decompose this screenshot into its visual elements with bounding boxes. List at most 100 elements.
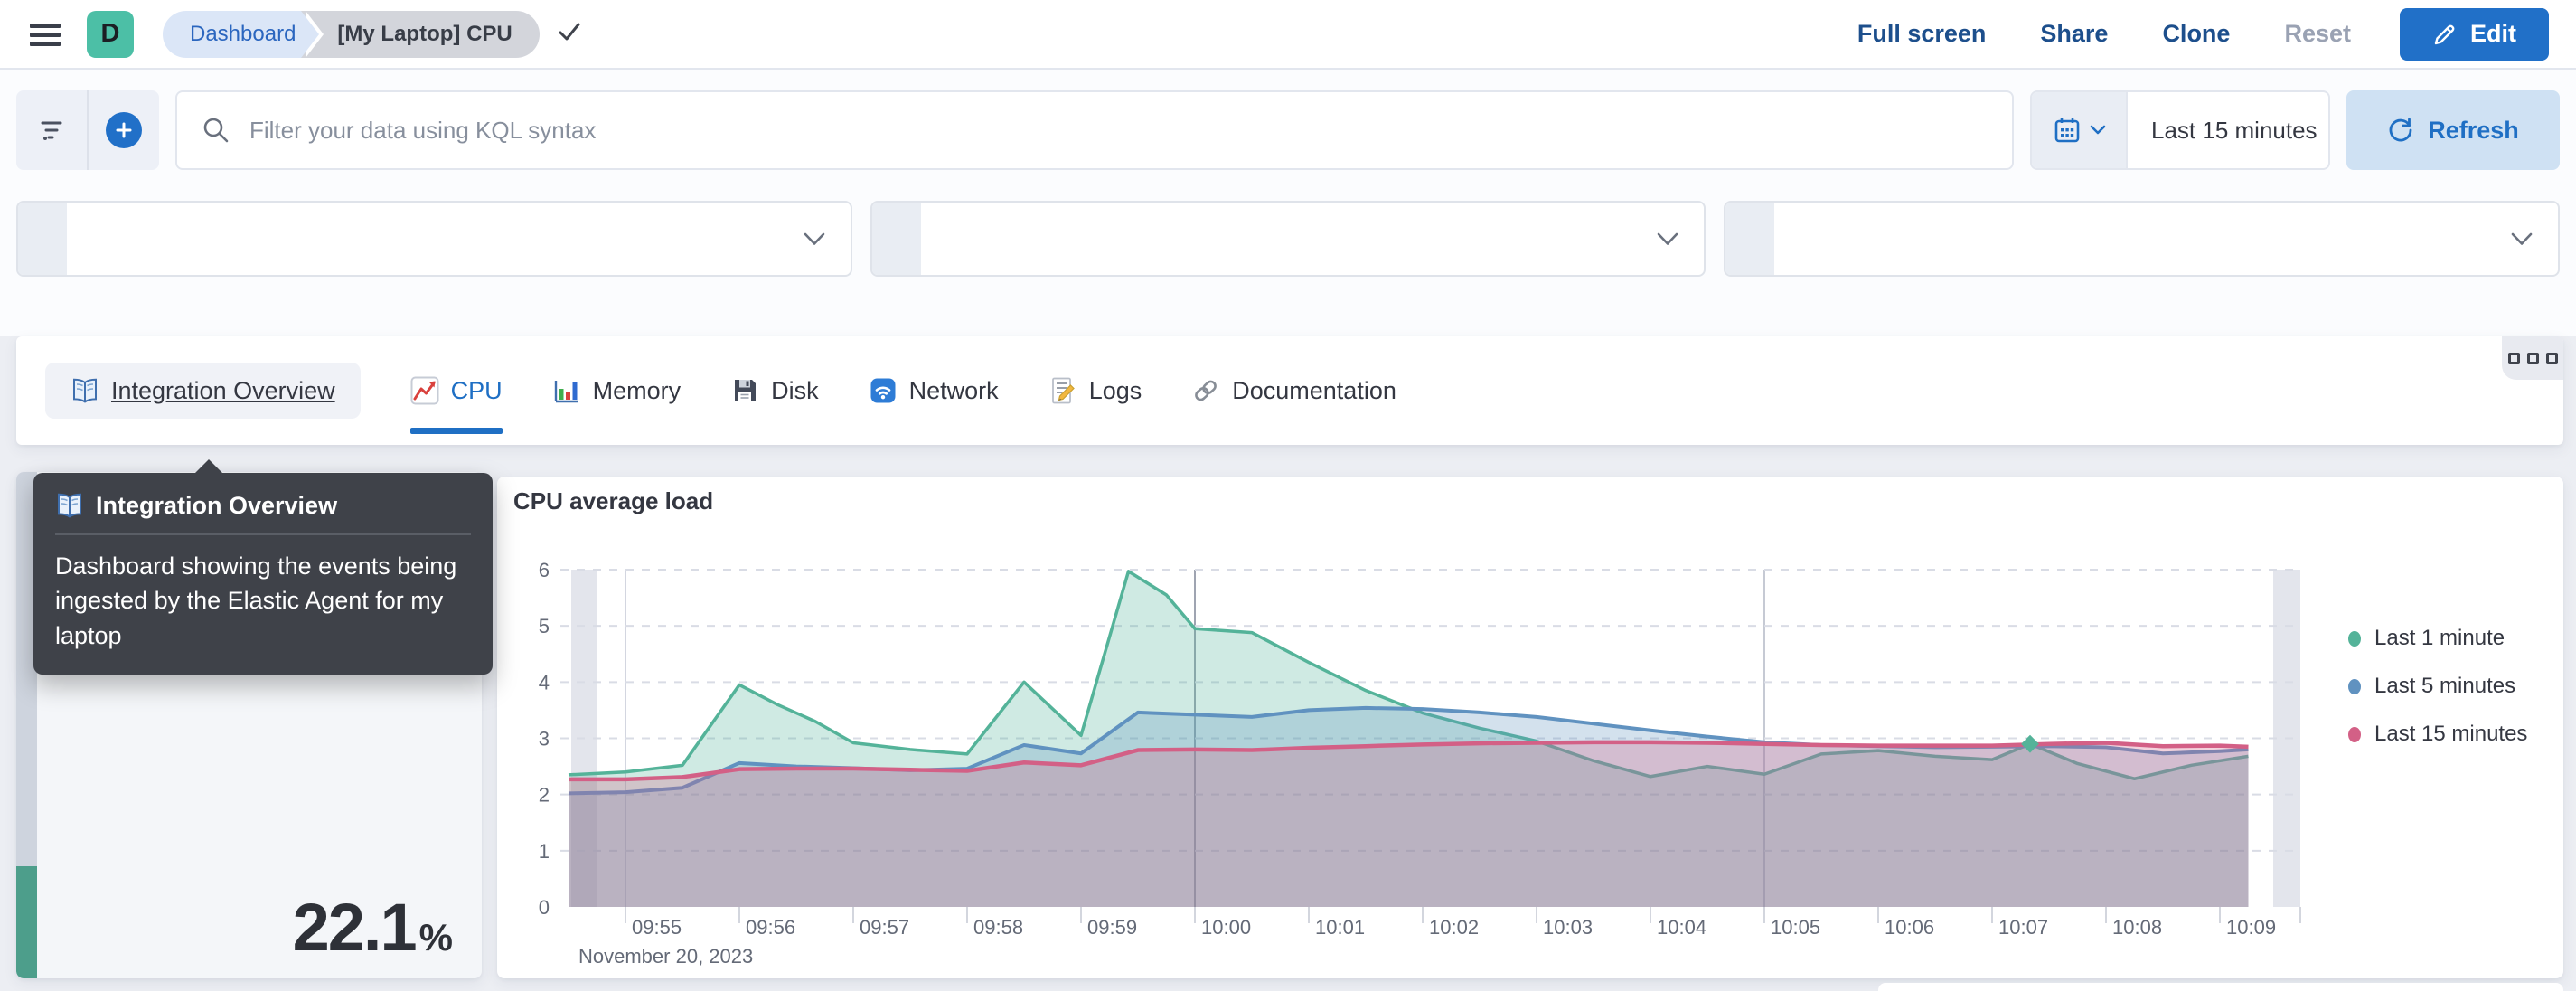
top-header: D Dashboard [My Laptop] CPU Full screen …: [0, 0, 2576, 70]
y-tick-label: 6: [539, 559, 550, 581]
legend-dot: [2348, 630, 2361, 647]
metric-value: 22.1 %: [293, 889, 453, 966]
control-agent-name[interactable]: [16, 201, 852, 277]
time-range-value[interactable]: Last 15 minutes: [2128, 92, 2317, 168]
time-range-picker: Last 15 minutes: [2030, 90, 2330, 170]
breadcrumb-dashboard[interactable]: Dashboard: [163, 10, 302, 58]
panel-options-button[interactable]: [2502, 336, 2563, 380]
control-label: [1725, 203, 1775, 275]
nav-link-label: CPU: [450, 376, 503, 404]
refresh-icon: [2389, 118, 2412, 142]
legend-item-last-1-minute[interactable]: Last 1 minute: [2348, 626, 2527, 651]
memo-icon: [1048, 376, 1077, 405]
control-agent-version[interactable]: [1724, 201, 2561, 277]
x-tick-label: 10:02: [1429, 916, 1479, 939]
x-tick-label: 09:55: [632, 916, 682, 939]
floppy-disk-icon: [730, 376, 759, 405]
nav-link-label: Logs: [1088, 376, 1142, 404]
nav-link-logs[interactable]: Logs: [1048, 363, 1142, 419]
tooltip-divider: [55, 533, 471, 535]
book-icon: [58, 493, 81, 518]
kql-search-bar: [175, 90, 2014, 170]
x-tick-label: 10:09: [2226, 916, 2276, 939]
x-tick-label: 09:58: [973, 916, 1023, 939]
link-icon: [1191, 376, 1220, 405]
full-screen-button[interactable]: Full screen: [1852, 19, 1992, 49]
chevron-down-icon: [2510, 231, 2534, 247]
legend-label: Last 5 minutes: [2374, 674, 2516, 698]
control-label: [18, 203, 67, 275]
filter-button-group: [16, 90, 159, 170]
dashboard-controls-row: [16, 201, 2561, 277]
filters-section: Last 15 minutes Refresh: [0, 70, 2576, 336]
pencil-icon: [2434, 24, 2455, 44]
legend-dot: [2348, 678, 2361, 694]
chart-increasing-icon: [410, 376, 439, 405]
add-filter-button[interactable]: [89, 90, 159, 170]
x-tick-label: 10:06: [1885, 916, 1934, 939]
nav-link-disk[interactable]: Disk: [730, 363, 819, 419]
reset-button[interactable]: Reset: [2279, 19, 2356, 49]
chart-title: CPU average load: [513, 487, 714, 514]
refresh-button[interactable]: Refresh: [2346, 90, 2560, 170]
chevron-down-icon: [1656, 231, 1679, 247]
legend-label: Last 1 minute: [2374, 626, 2505, 650]
legend-item-last-5-minutes[interactable]: Last 5 minutes: [2348, 674, 2527, 699]
nav-link-label: Memory: [592, 376, 682, 404]
clone-button[interactable]: Clone: [2157, 19, 2235, 49]
dashboard-viewport: Integration Overview CPU Memory Disk Network…: [0, 336, 2576, 991]
control-label: [871, 203, 921, 275]
plus-circle-icon: [106, 112, 142, 148]
panel-options-icon: [2507, 352, 2520, 364]
nav-link-cpu[interactable]: CPU: [409, 363, 503, 434]
x-tick-label: 10:08: [2112, 916, 2162, 939]
bar-chart-icon: [552, 376, 581, 405]
space-avatar[interactable]: D: [87, 10, 134, 58]
cpu-load-chart[interactable]: 09:55 09:56 09:57 09:58 09:59 10:00 10:01 10:02…: [497, 477, 2563, 978]
next-panel-top-edge: [1878, 983, 2563, 991]
calendar-menu-button[interactable]: [2032, 92, 2128, 168]
metric-unit: %: [418, 916, 453, 958]
chart-legend: Last 1 minute Last 5 minutes Last 15 minut…: [2348, 626, 2527, 747]
query-bar-row: Last 15 minutes Refresh: [16, 70, 2560, 170]
nav-link-memory[interactable]: Memory: [552, 363, 682, 419]
metric-progress-fill: [16, 866, 37, 978]
x-tick-label: 09:56: [746, 916, 795, 939]
y-tick-label: 0: [539, 896, 550, 919]
nav-link-integration-overview[interactable]: Integration Overview: [45, 363, 361, 419]
y-tick-label: 4: [539, 671, 550, 694]
menu-button[interactable]: [27, 20, 63, 49]
x-tick-label: 10:00: [1201, 916, 1251, 939]
nav-link-label: Documentation: [1232, 376, 1396, 404]
hamburger-icon: [30, 23, 61, 46]
y-tick-label: 2: [539, 784, 550, 807]
nav-link-documentation[interactable]: Documentation: [1191, 363, 1396, 419]
integration-overview-tooltip: Integration Overview Dashboard showing t…: [33, 459, 493, 675]
search-icon: [203, 118, 229, 143]
cpu-average-load-panel: 09:55 09:56 09:57 09:58 09:59 10:00 10:01 10:02…: [497, 477, 2563, 978]
wireless-icon: [869, 376, 898, 405]
x-tick-label: 10:07: [1998, 916, 2048, 939]
y-tick-label: 3: [539, 727, 550, 750]
kql-query-input[interactable]: [248, 115, 1988, 146]
edit-button[interactable]: Edit: [2400, 7, 2549, 61]
x-tick-label: 09:57: [860, 916, 909, 939]
x-tick-label: 10:03: [1543, 916, 1593, 939]
nav-link-label: Network: [908, 376, 999, 404]
metric-number: 22.1: [292, 890, 418, 965]
nav-link-label: Integration Overview: [111, 376, 335, 404]
x-tick-label: 10:05: [1771, 916, 1820, 939]
y-tick-label: 1: [539, 840, 550, 863]
filter-menu-button[interactable]: [16, 90, 87, 170]
legend-item-last-15-minutes[interactable]: Last 15 minutes: [2348, 722, 2527, 747]
tooltip-body: Dashboard showing the events being inges…: [55, 552, 457, 649]
book-icon: [71, 376, 99, 405]
nav-link-network[interactable]: Network: [869, 363, 999, 419]
chevron-down-icon: [803, 231, 826, 247]
share-button[interactable]: Share: [2035, 19, 2113, 49]
breadcrumb-current-page: [My Laptop] CPU: [297, 10, 540, 58]
legend-label: Last 15 minutes: [2374, 722, 2528, 746]
filter-icon: [41, 121, 62, 140]
calendar-icon: [2054, 118, 2079, 143]
control-integration-name[interactable]: [870, 201, 1706, 277]
